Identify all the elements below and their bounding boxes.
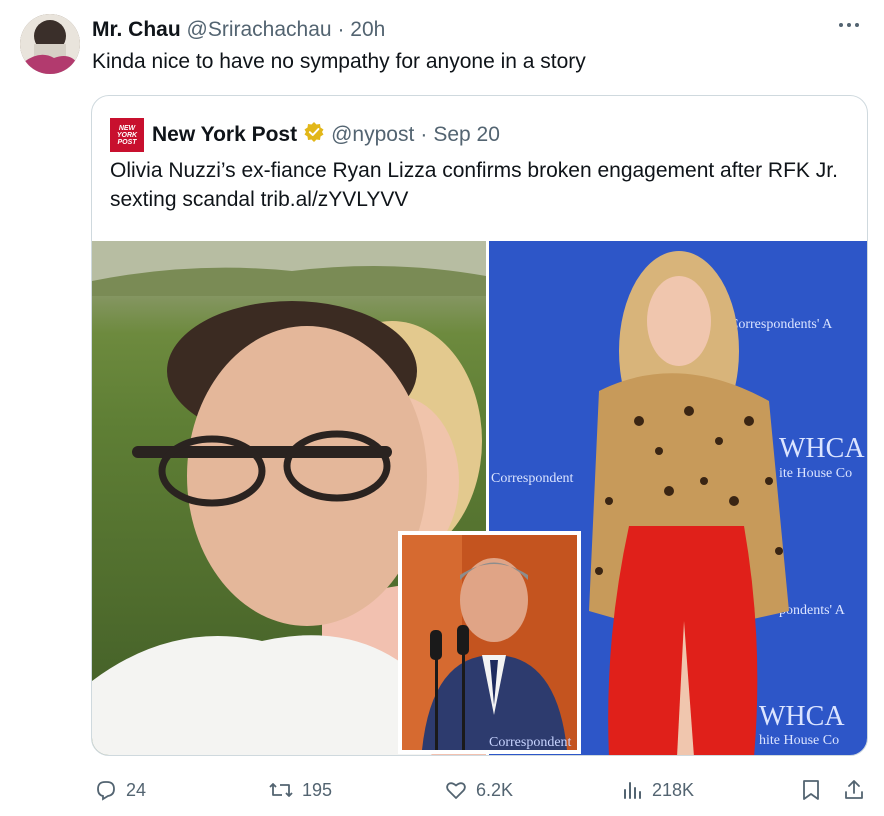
quote-date[interactable]: Sep 20 [433,123,500,147]
timestamp[interactable]: 20h [350,18,385,41]
quote-handle[interactable]: @nypost [331,123,414,147]
action-bar: 24 195 6.2K 218K [0,770,884,810]
avatar[interactable] [20,14,80,74]
heart-icon [446,782,466,799]
logo-line-1: NEW [118,124,136,132]
handle[interactable]: @Srirachachau [187,18,332,41]
separator-dot: · [337,18,345,41]
views-chart-icon [624,782,641,799]
tweet-header: Mr. Chau @Srirachachau · 20h [92,18,385,42]
share-button[interactable] [842,778,874,802]
podium-photo[interactable] [398,531,581,754]
like-count: 6.2K [476,779,514,800]
repost-icon [269,783,293,797]
reply-count: 24 [126,779,147,800]
tweet-text: Kinda nice to have no sympathy for anyon… [92,50,586,73]
bookmark-icon [803,780,819,800]
quoted-tweet[interactable]: NEW YORK POST New York Post @nypost · Se… [91,95,868,756]
views-button[interactable]: 218K [620,778,694,802]
display-name[interactable]: Mr. Chau [92,18,181,41]
repost-button[interactable]: 195 [268,778,332,802]
quote-header: NEW YORK POST New York Post @nypost · Se… [110,118,500,152]
logo-line-2: YORK [116,131,138,139]
nypost-logo[interactable]: NEW YORK POST [110,118,144,152]
reply-icon [97,781,115,801]
bookmark-button[interactable] [800,778,830,802]
media-collage[interactable]: Correspondents' A Correspondent WHCA ite… [92,241,867,755]
like-button[interactable]: 6.2K [444,778,513,802]
separator-dot: · [420,123,428,146]
views-count: 218K [652,779,695,800]
quote-display-name[interactable]: New York Post [152,123,297,147]
reply-button[interactable]: 24 [94,778,146,802]
verified-gold-badge-icon [303,121,325,149]
quote-text: Olivia Nuzzi’s ex-fiance Ryan Lizza conf… [110,159,838,211]
repost-count: 195 [302,779,333,800]
more-horizontal-icon[interactable] [836,12,862,44]
share-icon [845,780,863,799]
backdrop-text: Correspondent [489,735,572,750]
logo-line-3: POST [117,138,137,146]
